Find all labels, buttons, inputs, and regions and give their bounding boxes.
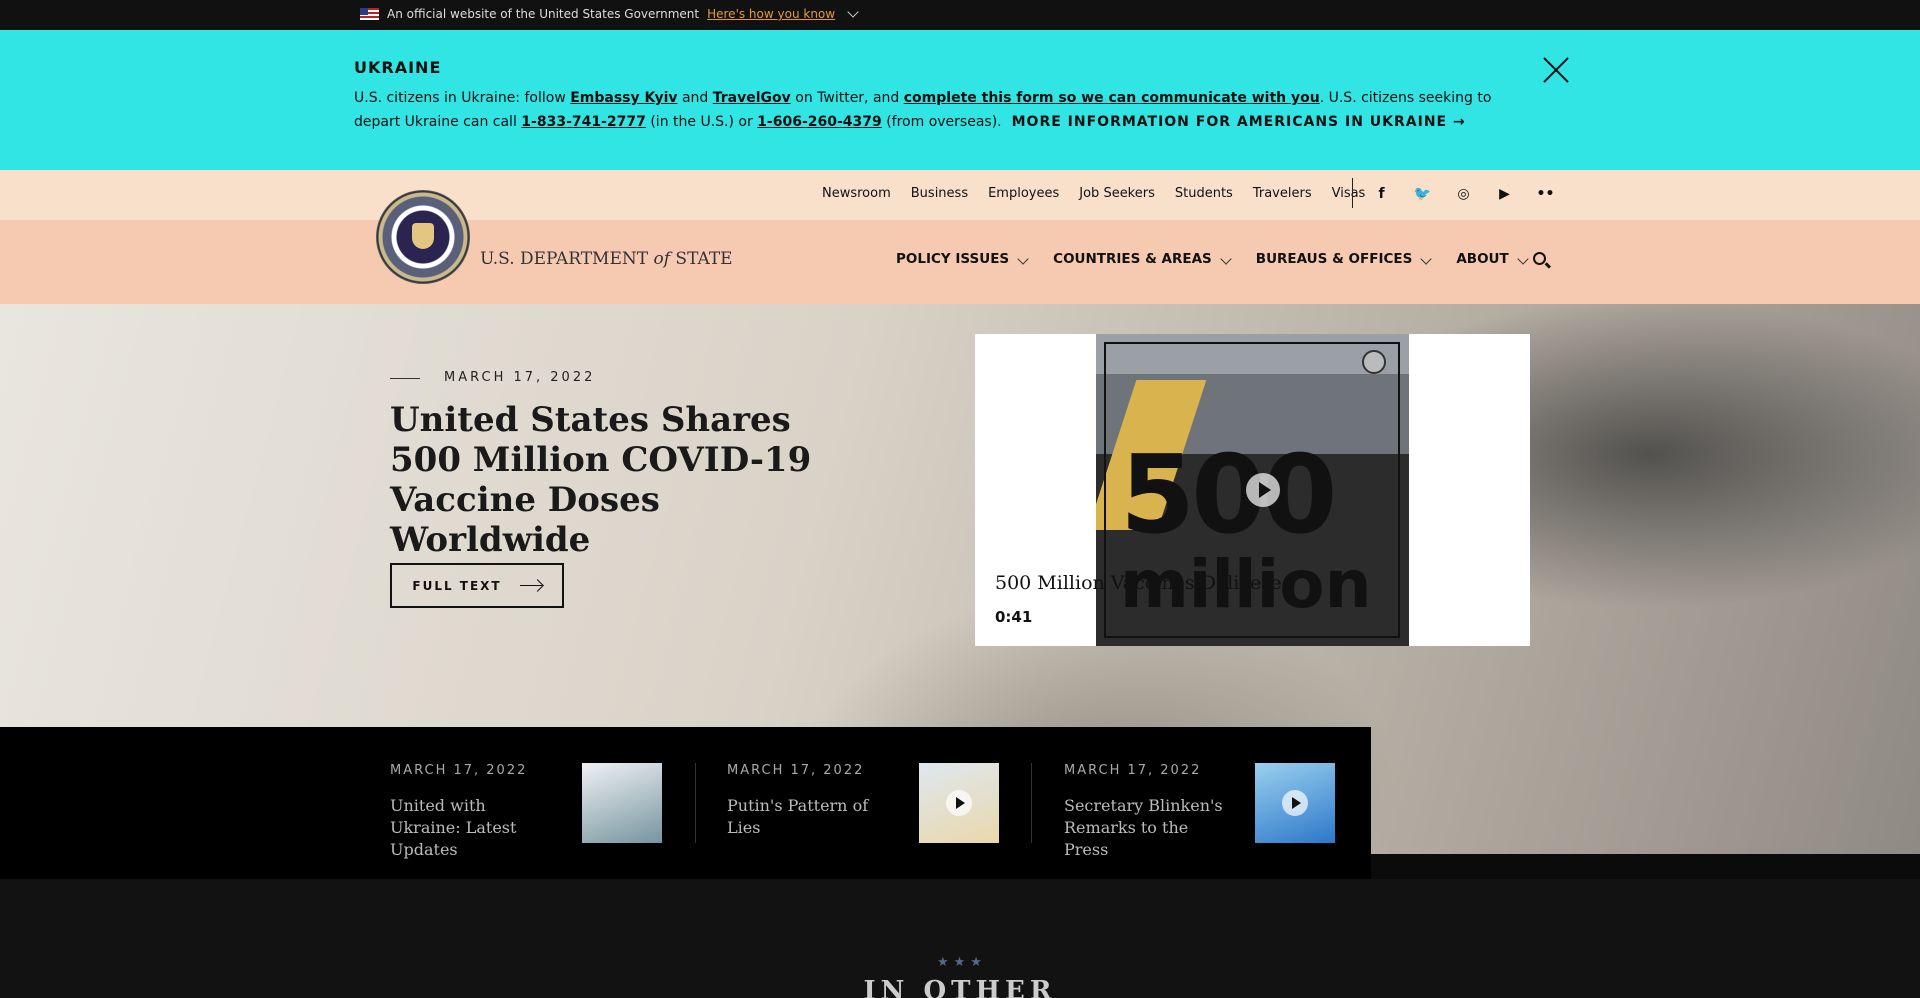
story-date: MARCH 17, 2022 xyxy=(1064,763,1202,778)
seal-watermark-icon xyxy=(1362,350,1386,374)
story-thumbnail[interactable] xyxy=(582,763,662,843)
department-wordmark[interactable]: U.S. DEPARTMENT of STATE xyxy=(480,249,733,269)
utility-link-business[interactable]: Business xyxy=(911,186,968,201)
nav-bureaus-offices-label: BUREAUS & OFFICES xyxy=(1255,251,1413,267)
stars-ornament: ★★★ xyxy=(937,955,987,970)
facebook-icon[interactable]: f xyxy=(1372,184,1391,203)
story-title[interactable]: United with Ukraine: Latest Updates xyxy=(390,795,555,861)
social-links: f 🐦 ◎ ▶ •• xyxy=(1372,184,1555,203)
utility-bar: Newsroom Business Employees Job Seekers … xyxy=(0,170,1920,220)
featured-story[interactable]: MARCH 17, 2022 Putin's Pattern of Lies xyxy=(727,763,868,837)
department-seal-logo[interactable] xyxy=(376,190,470,284)
twitter-icon[interactable]: 🐦 xyxy=(1413,184,1432,203)
hero-date: MARCH 17, 2022 xyxy=(444,370,596,385)
more-information-link[interactable]: MORE INFORMATION FOR AMERICANS IN UKRAIN… xyxy=(1012,114,1466,130)
alert-text-3: on Twitter, and xyxy=(790,90,904,106)
utility-link-students[interactable]: Students xyxy=(1175,186,1233,201)
featured-video-card[interactable]: 500 million 500 Million Vaccines Deliver… xyxy=(975,334,1530,646)
flickr-icon[interactable]: •• xyxy=(1536,184,1555,203)
nav-bureaus-offices[interactable]: BUREAUS & OFFICES xyxy=(1255,251,1433,267)
gov-banner: An official website of the United States… xyxy=(0,0,1920,30)
video-overlay-number: 500 xyxy=(1120,433,1337,558)
youtube-icon[interactable]: ▶ xyxy=(1495,184,1514,203)
play-icon[interactable] xyxy=(946,790,972,816)
chevron-down-icon xyxy=(1517,253,1529,265)
utility-link-travelers[interactable]: Travelers xyxy=(1253,186,1312,201)
us-flag-icon xyxy=(360,8,379,20)
arrow-right-icon xyxy=(519,585,542,586)
utility-link-visas[interactable]: Visas xyxy=(1332,186,1366,201)
story-thumbnail[interactable] xyxy=(1255,763,1335,843)
search-icon[interactable] xyxy=(1533,252,1546,265)
utility-divider xyxy=(1352,178,1353,208)
hero-title[interactable]: United States Shares 500 Million COVID-1… xyxy=(390,400,860,560)
chevron-down-icon[interactable] xyxy=(847,6,859,18)
nav-policy-issues[interactable]: POLICY ISSUES xyxy=(896,251,1029,267)
alert-text: U.S. citizens in Ukraine: follow Embassy… xyxy=(354,86,1534,134)
utility-nav: Newsroom Business Employees Job Seekers … xyxy=(822,186,1365,201)
chevron-down-icon xyxy=(1420,253,1433,265)
ukraine-alert: UKRAINE U.S. citizens in Ukraine: follow… xyxy=(0,30,1920,170)
story-date: MARCH 17, 2022 xyxy=(390,763,528,778)
utility-link-job-seekers[interactable]: Job Seekers xyxy=(1079,186,1155,201)
chevron-down-icon xyxy=(1220,253,1232,265)
embassy-kyiv-link[interactable]: Embassy Kyiv xyxy=(570,90,677,106)
communication-form-link[interactable]: complete this form so we can communicate… xyxy=(904,90,1320,106)
close-icon[interactable] xyxy=(1542,56,1570,84)
story-thumbnail[interactable] xyxy=(919,763,999,843)
instagram-icon[interactable]: ◎ xyxy=(1454,184,1473,203)
featured-stories: MARCH 17, 2022 United with Ukraine: Late… xyxy=(0,727,1371,879)
alert-text-5: (in the U.S.) or xyxy=(645,114,758,130)
wordmark-part-2: STATE xyxy=(670,249,733,269)
wordmark-italic: of xyxy=(653,249,671,269)
us-phone-link[interactable]: 1-833-741-2777 xyxy=(521,114,646,130)
alert-text-1: U.S. citizens in Ukraine: follow xyxy=(354,90,571,106)
nav-policy-issues-label: POLICY ISSUES xyxy=(896,251,1010,267)
other-news-title: IN OTHER NEWS xyxy=(863,976,1057,998)
other-news-section: ★★★ IN OTHER NEWS xyxy=(0,879,1920,998)
story-title[interactable]: Secretary Blinken's Remarks to the Press xyxy=(1064,795,1229,861)
nav-countries-areas[interactable]: COUNTRIES & AREAS xyxy=(1053,251,1232,267)
play-icon[interactable] xyxy=(1246,473,1280,507)
nav-about-label: ABOUT xyxy=(1456,251,1509,267)
nav-about[interactable]: ABOUT xyxy=(1456,251,1529,267)
primary-nav: POLICY ISSUES COUNTRIES & AREAS BUREAUS … xyxy=(896,251,1529,267)
travelgov-link[interactable]: TravelGov xyxy=(713,90,791,106)
full-text-button[interactable]: FULL TEXT xyxy=(390,563,564,608)
featured-story[interactable]: MARCH 17, 2022 Secretary Blinken's Remar… xyxy=(1064,763,1223,859)
overseas-phone-link[interactable]: 1-606-260-4379 xyxy=(757,114,882,130)
wordmark-part-1: U.S. DEPARTMENT xyxy=(480,249,654,269)
utility-link-employees[interactable]: Employees xyxy=(988,186,1059,201)
nav-countries-areas-label: COUNTRIES & AREAS xyxy=(1053,251,1212,267)
full-text-label: FULL TEXT xyxy=(412,578,502,593)
video-duration: 0:41 xyxy=(995,608,1033,626)
story-divider xyxy=(1031,763,1032,843)
video-thumbnail[interactable]: 500 million xyxy=(1096,334,1409,646)
hero-date-line xyxy=(390,378,420,379)
story-divider xyxy=(695,763,696,843)
story-date: MARCH 17, 2022 xyxy=(727,763,865,778)
alert-text-2: and xyxy=(677,90,713,106)
alert-title: UKRAINE xyxy=(354,58,442,77)
play-icon[interactable] xyxy=(1282,790,1308,816)
alert-text-6: (from overseas). xyxy=(881,114,1002,130)
story-title[interactable]: Putin's Pattern of Lies xyxy=(727,795,892,839)
featured-story[interactable]: MARCH 17, 2022 United with Ukraine: Late… xyxy=(390,763,528,859)
gov-banner-text: An official website of the United States… xyxy=(387,7,700,21)
utility-link-newsroom[interactable]: Newsroom xyxy=(822,186,891,201)
video-title[interactable]: 500 Million Vaccines Delivered xyxy=(995,572,1294,594)
chevron-down-icon xyxy=(1017,253,1029,265)
how-you-know-link[interactable]: Here's how you know xyxy=(707,7,835,21)
